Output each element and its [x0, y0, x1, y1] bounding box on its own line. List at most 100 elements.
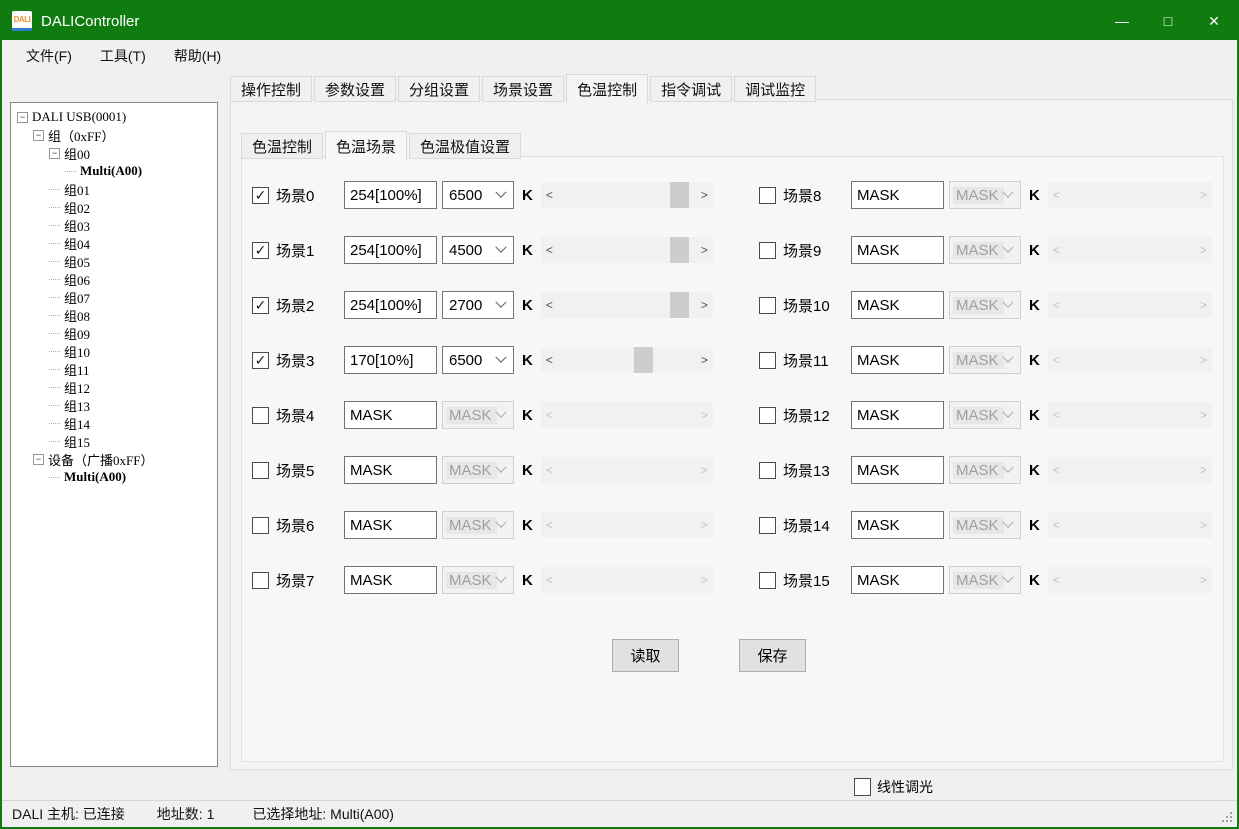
tree-item[interactable]: − 设备（广播0xFF）: [11, 450, 217, 468]
scroll-right-icon[interactable]: >: [1195, 512, 1212, 538]
scene-level-input[interactable]: [851, 181, 944, 209]
scene-level-input[interactable]: [344, 346, 437, 374]
scroll-left-icon[interactable]: <: [1048, 567, 1065, 593]
temp-scrollbar[interactable]: < >: [1048, 402, 1212, 428]
tree-expander-icon[interactable]: −: [33, 454, 44, 465]
scroll-right-icon[interactable]: >: [1195, 347, 1212, 373]
scroll-right-icon[interactable]: >: [696, 457, 713, 483]
scene-level-input[interactable]: [851, 346, 944, 374]
tree-item[interactable]: − 组03: [11, 216, 217, 234]
scene-level-input[interactable]: [344, 181, 437, 209]
scene-checkbox[interactable]: [759, 572, 776, 589]
scroll-right-icon[interactable]: >: [696, 512, 713, 538]
scene-temp-dropdown[interactable]: MASK: [949, 401, 1021, 429]
scene-level-input[interactable]: [344, 236, 437, 264]
scene-level-input[interactable]: [851, 566, 944, 594]
temp-scrollbar[interactable]: < >: [541, 457, 713, 483]
scroll-left-icon[interactable]: <: [541, 512, 558, 538]
scrollbar-track[interactable]: [1065, 292, 1195, 318]
scene-checkbox[interactable]: [759, 297, 776, 314]
menu-item[interactable]: 工具(T): [86, 40, 160, 72]
close-button[interactable]: ✕: [1191, 2, 1237, 40]
tree-expander-icon[interactable]: −: [65, 171, 76, 172]
tree-item[interactable]: − 组06: [11, 270, 217, 288]
scene-level-input[interactable]: [344, 511, 437, 539]
scroll-left-icon[interactable]: <: [541, 402, 558, 428]
scrollbar-thumb[interactable]: [670, 182, 689, 208]
scene-temp-dropdown[interactable]: MASK: [949, 511, 1021, 539]
scene-checkbox[interactable]: [759, 187, 776, 204]
scene-checkbox[interactable]: ✓: [252, 297, 269, 314]
scene-temp-dropdown[interactable]: MASK: [949, 346, 1021, 374]
scene-level-input[interactable]: [344, 566, 437, 594]
temp-scrollbar[interactable]: < >: [1048, 292, 1212, 318]
tree-item[interactable]: − 组11: [11, 360, 217, 378]
scroll-left-icon[interactable]: <: [541, 292, 558, 318]
temp-scrollbar[interactable]: < >: [1048, 457, 1212, 483]
scrollbar-track[interactable]: [1065, 347, 1195, 373]
scene-temp-dropdown[interactable]: MASK: [442, 456, 514, 484]
tab-4[interactable]: 色温控制: [566, 74, 648, 103]
scene-level-input[interactable]: [851, 511, 944, 539]
scene-level-input[interactable]: [851, 236, 944, 264]
tree-item[interactable]: − 组09: [11, 324, 217, 342]
scene-temp-dropdown[interactable]: MASK: [442, 401, 514, 429]
tree-expander-icon[interactable]: −: [17, 112, 28, 123]
scroll-right-icon[interactable]: >: [696, 567, 713, 593]
scene-temp-dropdown[interactable]: MASK: [949, 236, 1021, 264]
tree-expander-icon[interactable]: −: [49, 297, 60, 298]
scene-temp-dropdown[interactable]: 2700: [442, 291, 514, 319]
scrollbar-track[interactable]: [558, 402, 696, 428]
temp-scrollbar[interactable]: < >: [541, 237, 713, 263]
tree-item[interactable]: − 组02: [11, 198, 217, 216]
tree-expander-icon[interactable]: −: [49, 405, 60, 406]
tab-1[interactable]: 色温场景: [325, 131, 407, 160]
scrollbar-track[interactable]: [558, 292, 696, 318]
scene-temp-dropdown[interactable]: 4500: [442, 236, 514, 264]
scrollbar-track[interactable]: [558, 237, 696, 263]
tree-item[interactable]: − 组13: [11, 396, 217, 414]
minimize-button[interactable]: —: [1099, 2, 1145, 40]
scrollbar-track[interactable]: [558, 347, 696, 373]
tree-expander-icon[interactable]: −: [49, 189, 60, 190]
scroll-left-icon[interactable]: <: [1048, 347, 1065, 373]
scroll-right-icon[interactable]: >: [1195, 237, 1212, 263]
tree-expander-icon[interactable]: −: [33, 130, 44, 141]
tab-1[interactable]: 参数设置: [314, 76, 396, 102]
tree-item[interactable]: − 组04: [11, 234, 217, 252]
scene-temp-dropdown[interactable]: MASK: [949, 456, 1021, 484]
scrollbar-track[interactable]: [1065, 457, 1195, 483]
temp-scrollbar[interactable]: < >: [541, 347, 713, 373]
scene-level-input[interactable]: [344, 456, 437, 484]
temp-scrollbar[interactable]: < >: [1048, 567, 1212, 593]
scene-checkbox[interactable]: [759, 352, 776, 369]
scene-checkbox[interactable]: [759, 517, 776, 534]
resize-grip[interactable]: [1230, 820, 1232, 822]
tree-expander-icon[interactable]: −: [49, 369, 60, 370]
tab-2[interactable]: 色温极值设置: [409, 133, 521, 159]
read-button[interactable]: 读取: [612, 639, 679, 672]
scroll-left-icon[interactable]: <: [1048, 512, 1065, 538]
scene-temp-dropdown[interactable]: MASK: [949, 566, 1021, 594]
scroll-left-icon[interactable]: <: [541, 457, 558, 483]
scroll-left-icon[interactable]: <: [1048, 182, 1065, 208]
scrollbar-track[interactable]: [1065, 512, 1195, 538]
tab-0[interactable]: 色温控制: [241, 133, 323, 159]
tree-expander-icon[interactable]: −: [49, 243, 60, 244]
temp-scrollbar[interactable]: < >: [541, 292, 713, 318]
scene-checkbox[interactable]: [252, 572, 269, 589]
scroll-left-icon[interactable]: <: [1048, 402, 1065, 428]
temp-scrollbar[interactable]: < >: [541, 567, 713, 593]
scene-level-input[interactable]: [344, 291, 437, 319]
temp-scrollbar[interactable]: < >: [541, 182, 713, 208]
scrollbar-track[interactable]: [558, 567, 696, 593]
scroll-right-icon[interactable]: >: [696, 402, 713, 428]
scroll-right-icon[interactable]: >: [1195, 292, 1212, 318]
tab-6[interactable]: 调试监控: [734, 76, 816, 102]
scrollbar-thumb[interactable]: [634, 347, 653, 373]
tab-5[interactable]: 指令调试: [650, 76, 732, 102]
tree-item[interactable]: − 组14: [11, 414, 217, 432]
scene-checkbox[interactable]: [759, 407, 776, 424]
temp-scrollbar[interactable]: < >: [1048, 182, 1212, 208]
scroll-right-icon[interactable]: >: [696, 347, 713, 373]
